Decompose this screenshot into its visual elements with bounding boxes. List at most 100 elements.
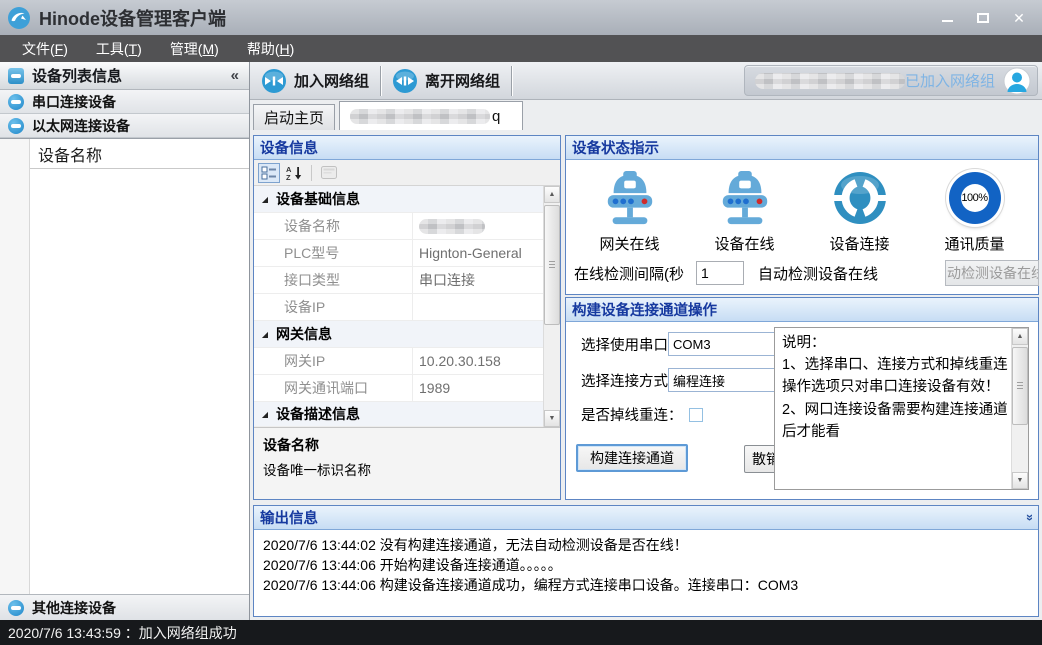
close-icon: ✕ <box>1013 11 1025 25</box>
log-line: 2020/7/6 13:44:06 构建设备连接通道成功，编程方式连接串口设备。… <box>263 575 1029 595</box>
scroll-down-button[interactable]: ▼ <box>1012 472 1028 489</box>
tab-start-home[interactable]: 启动主页 <box>253 104 335 130</box>
device-table: 设备名称 <box>0 138 249 594</box>
property-category-row[interactable]: ◢ 设备描述信息 <box>254 402 543 427</box>
instructions-text: 说明： 1、选择串口、连接方式和掉线重连操作选项只对串口连接设备有效！ 2、网口… <box>775 328 1011 489</box>
menu-manage[interactable]: 管理(M) <box>156 35 233 62</box>
mode-select-label: 选择连接方式 <box>581 370 668 391</box>
online-check-row: 在线检测间隔(秒 自动检测设备在线 自动检测设备在线 <box>574 260 1038 286</box>
sidebar-item-ethernet-devices[interactable]: 以太网连接设备 <box>0 114 249 138</box>
leave-network-group-button[interactable]: 离开网络组 <box>381 62 511 99</box>
reconnect-label: 是否掉线重连： <box>581 404 683 425</box>
property-row-gateway-port[interactable]: 网关通讯端口 1989 <box>254 375 543 402</box>
window-controls: ✕ <box>936 8 1030 28</box>
property-grid-scrollbar[interactable]: ▲ ▼ <box>543 186 560 427</box>
menu-file[interactable]: 文件(F) <box>8 35 82 62</box>
maximize-icon <box>977 13 989 23</box>
property-grid-toolbar: A Z <box>254 160 560 186</box>
ethernet-device-icon <box>8 118 24 134</box>
sidebar-item-other-devices[interactable]: 其他连接设备 <box>0 594 249 620</box>
property-pages-icon <box>321 166 337 179</box>
device-name-column-header[interactable]: 设备名称 <box>30 139 249 169</box>
device-list-sidebar: 设备列表信息 « 串口连接设备 以太网连接设备 设备名称 其他连接设备 <box>0 62 250 620</box>
minimize-button[interactable] <box>936 8 958 28</box>
join-network-group-button[interactable]: 加入网络组 <box>250 62 380 99</box>
network-status-text: 已加入网络组 <box>905 70 995 91</box>
reconnect-checkbox[interactable] <box>689 408 703 422</box>
join-network-icon <box>261 68 287 94</box>
serial-select-label: 选择使用串口 <box>581 334 668 355</box>
alphabetical-sort-button[interactable]: A Z <box>283 163 305 183</box>
scroll-up-button[interactable]: ▲ <box>544 186 560 203</box>
network-status-group: 已加入网络组 <box>744 65 1038 96</box>
property-row-gateway-ip[interactable]: 网关IP 10.20.30.158 <box>254 348 543 375</box>
expander-icon[interactable]: ◢ <box>254 330 276 339</box>
sidebar-title: 设备列表信息 <box>32 65 229 86</box>
svg-text:Z: Z <box>286 173 291 181</box>
tab-device-page[interactable]: q <box>339 101 523 130</box>
toolbar-separator <box>311 165 312 181</box>
indicator-device-online: 设备在线 <box>687 165 802 254</box>
toolbar-separator <box>511 66 512 96</box>
property-description-title: 设备名称 <box>263 435 551 455</box>
redacted-username <box>755 73 905 89</box>
device-table-row-gutter <box>0 139 30 594</box>
property-row-plc-model[interactable]: PLC型号 Hignton-General <box>254 240 543 267</box>
statusbar: 2020/7/6 13:43:59 ：加入网络组成功 <box>0 620 1042 645</box>
maximize-button[interactable] <box>972 8 994 28</box>
property-row-interface-type[interactable]: 接口类型 串口连接 <box>254 267 543 294</box>
sidebar-item-serial-devices[interactable]: 串口连接设备 <box>0 90 249 114</box>
scroll-up-button[interactable]: ▲ <box>1012 328 1028 345</box>
gateway-online-icon <box>599 170 661 226</box>
menu-help[interactable]: 帮助(H) <box>233 35 308 62</box>
serial-device-icon <box>8 94 24 110</box>
channel-operation-header: 构建设备连接通道操作 <box>566 298 1038 322</box>
network-toolbar: 加入网络组 离开网络组 已加入网络组 <box>250 62 1042 100</box>
auto-detect-label: 自动检测设备在线 <box>758 263 878 284</box>
redacted-tab-label <box>350 109 490 124</box>
close-button[interactable]: ✕ <box>1008 8 1030 28</box>
menubar: 文件(F) 工具(T) 管理(M) 帮助(H) <box>0 35 1042 62</box>
status-indicators: 网关在线 设备在 <box>566 160 1038 254</box>
device-status-header: 设备状态指示 <box>566 136 1038 160</box>
device-connect-icon <box>832 170 888 226</box>
app-title: Hinode设备管理客户端 <box>39 5 226 31</box>
indicator-gateway-online: 网关在线 <box>572 165 687 254</box>
collapse-output-icon[interactable]: « <box>1021 514 1036 521</box>
instructions-scrollbar[interactable]: ▲ ▼ <box>1011 328 1028 489</box>
app-window: Hinode设备管理客户端 ✕ 文件(F) 工具(T) 管理(M) 帮助(H) … <box>0 0 1042 645</box>
mode-select-row: 选择连接方式 编程连接 ▾ <box>581 368 800 392</box>
property-row-device-name[interactable]: 设备名称 <box>254 213 543 240</box>
statusbar-text: 2020/7/6 13:43:59 ：加入网络组成功 <box>8 623 237 643</box>
comm-quality-value: 100% <box>961 184 989 212</box>
menu-tools[interactable]: 工具(T) <box>82 35 156 62</box>
output-header: 输出信息 « <box>254 506 1038 530</box>
output-panel: 输出信息 « 2020/7/6 13:44:02 没有构建连接通道，无法自动检测… <box>253 505 1039 617</box>
device-online-icon <box>714 170 776 226</box>
property-category-row[interactable]: ◢ 网关信息 <box>254 321 543 348</box>
expander-icon[interactable]: ◢ <box>254 195 276 204</box>
property-category-row[interactable]: ◢ 设备基础信息 <box>254 186 543 213</box>
categorized-view-button[interactable] <box>258 163 280 183</box>
interval-input[interactable] <box>696 261 744 285</box>
scrollbar-thumb[interactable] <box>1012 347 1028 425</box>
serial-select-row: 选择使用串口 COM3 ▾ <box>581 332 800 356</box>
build-channel-button[interactable]: 构建连接通道 <box>576 444 688 472</box>
device-info-header: 设备信息 <box>254 136 560 160</box>
device-list-icon <box>8 68 24 84</box>
scroll-down-button[interactable]: ▼ <box>544 410 560 427</box>
property-description-text: 设备唯一标识名称 <box>263 459 551 479</box>
auto-detect-button[interactable]: 自动检测设备在线 <box>945 260 1039 286</box>
sidebar-header: 设备列表信息 « <box>0 62 249 90</box>
scrollbar-thumb[interactable] <box>544 205 560 325</box>
sidebar-collapse-icon[interactable]: « <box>229 67 241 84</box>
user-avatar[interactable] <box>1003 67 1031 95</box>
device-info-panel: 设备信息 A Z <box>253 135 561 500</box>
indicator-comm-quality: 100% 通讯质量 <box>917 165 1032 254</box>
output-log: 2020/7/6 13:44:02 没有构建连接通道，无法自动检测设备是否在线！… <box>254 530 1038 616</box>
property-row-device-ip[interactable]: 设备IP <box>254 294 543 321</box>
indicator-device-connect: 设备连接 <box>802 165 917 254</box>
comm-quality-icon: 100% <box>949 172 1001 224</box>
expander-icon[interactable]: ◢ <box>254 410 276 419</box>
titlebar: Hinode设备管理客户端 ✕ <box>0 0 1042 35</box>
